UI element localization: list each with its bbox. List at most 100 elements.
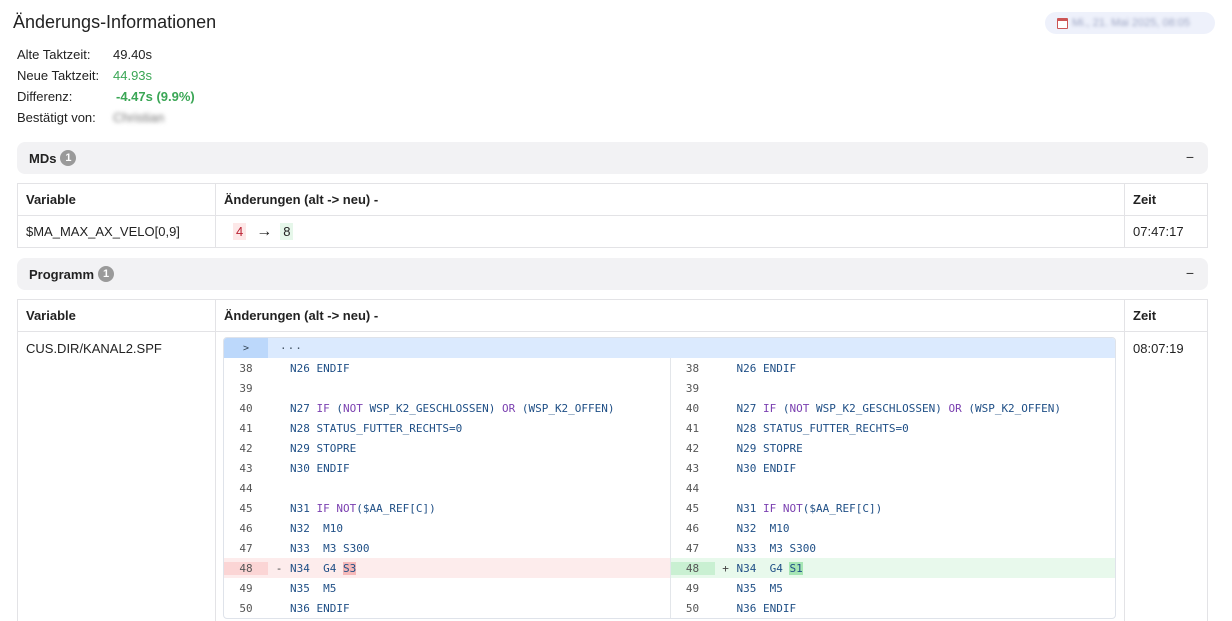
code-segment: N32 M10	[290, 521, 343, 535]
code-segment: N29 STOPRE	[290, 441, 357, 455]
line-number: 50	[239, 601, 253, 615]
line-number: 40	[239, 401, 253, 415]
code-text: N35 M5	[737, 582, 783, 595]
code-segment: N26 ENDIF	[290, 361, 350, 375]
confirmed-by-value: Christian	[113, 110, 165, 125]
line-number: 50	[685, 601, 700, 615]
line-number: 44	[239, 481, 253, 495]
diff-line: 47 N33 M3 S300	[224, 538, 670, 558]
diff-line: 49 N35 M5	[224, 578, 670, 598]
diff-line: 44	[224, 478, 670, 498]
code-segment: N26 ENDIF	[736, 361, 797, 375]
cell-changes: 4 → 8	[215, 215, 1125, 248]
line-number: 41	[685, 421, 700, 435]
code-segment: N36 ENDIF	[290, 601, 350, 615]
line-number: 49	[239, 581, 253, 595]
diff-line: 41 N28 STATUS_FUTTER_RECHTS=0	[224, 418, 670, 438]
expand-button[interactable]: >	[224, 338, 268, 358]
line-number: 47	[239, 541, 253, 555]
code-segment: N31 IF NOT($AA_REF[C])	[736, 501, 883, 515]
collapsed-lines-bar[interactable]: > ···	[224, 338, 1115, 358]
new-cycle-time-value: 44.93s	[113, 68, 153, 83]
line-number: 43	[685, 461, 700, 475]
page-title: Änderungs-Informationen	[13, 12, 217, 32]
column-header-changes: Änderungen (alt -> neu) -	[215, 299, 1125, 332]
code-segment: N35 M5	[290, 581, 337, 595]
difference-value: -4.47s (9.9%)	[116, 89, 195, 104]
diff-line: 50 N36 ENDIF	[224, 598, 670, 618]
line-number: 41	[239, 421, 253, 435]
mds-section-header[interactable]: MDs 1 −	[17, 142, 1208, 174]
mds-collapse-toggle[interactable]: −	[1186, 149, 1194, 165]
code-segment: N27 IF (NOT WSP_K2_GESCHLOSSEN) OR (WSP_…	[736, 401, 1062, 415]
column-header-variable: Variable	[17, 299, 216, 332]
new-cycle-time-label: Neue Taktzeit:	[17, 68, 100, 83]
line-number: 49	[685, 581, 700, 595]
code-segment: N36 ENDIF	[736, 601, 797, 615]
mds-count-badge: 1	[60, 150, 77, 166]
old-cycle-time: Alte Taktzeit: 49.40s	[17, 47, 152, 62]
line-number: 47	[685, 541, 700, 555]
confirmed-by: Bestätigt von: Christian	[17, 110, 164, 125]
line-number: 45	[685, 501, 700, 515]
confirmed-by-label: Bestätigt von:	[17, 110, 96, 125]
diff-line: 39	[671, 378, 1116, 398]
code-text: N36 ENDIF	[290, 602, 350, 615]
code-text: N31 IF NOT($AA_REF[C])	[290, 502, 436, 515]
code-text: N28 STATUS_FUTTER_RECHTS=0	[737, 422, 909, 435]
code-text: N34 G4 S3	[290, 561, 357, 575]
diff-line: 39	[224, 378, 670, 398]
code-segment: N32 M10	[736, 521, 790, 535]
table-header-row: Variable Änderungen (alt -> neu) - Zeit	[17, 183, 1208, 216]
code-text: N32 M10	[737, 522, 790, 535]
diff-line: 45 N31 IF NOT($AA_REF[C])	[224, 498, 670, 518]
code-text: N27 IF (NOT WSP_K2_GESCHLOSSEN) OR (WSP_…	[290, 402, 615, 415]
code-text: N30 ENDIF	[290, 462, 350, 475]
diff-marker: -	[275, 561, 283, 575]
code-text: N29 STOPRE	[737, 442, 803, 455]
diff-line: 42 N29 STOPRE	[671, 438, 1116, 458]
diff-line: 43 N30 ENDIF	[671, 458, 1116, 478]
changed-token: S1	[789, 561, 803, 575]
code-text: N36 ENDIF	[737, 602, 797, 615]
new-cycle-time: Neue Taktzeit: 44.93s	[17, 68, 152, 83]
changed-token: S3	[342, 561, 357, 575]
diff-line: 38 N26 ENDIF	[671, 358, 1116, 378]
diff-line: 48 + N34 G4 S1	[670, 558, 1115, 578]
code-segment: N28 STATUS_FUTTER_RECHTS=0	[736, 421, 909, 435]
diff-line: 46 N32 M10	[671, 518, 1116, 538]
line-number: 46	[239, 521, 253, 535]
diff-line: 50 N36 ENDIF	[671, 598, 1116, 618]
diff-line: 49 N35 M5	[671, 578, 1116, 598]
new-value: 8	[280, 222, 294, 240]
code-text: N28 STATUS_FUTTER_RECHTS=0	[290, 422, 462, 435]
line-number: 42	[239, 441, 253, 455]
line-number: 38	[685, 361, 700, 375]
line-number: 40	[685, 401, 700, 415]
mds-section-title: MDs	[29, 150, 57, 166]
column-header-time: Zeit	[1124, 299, 1208, 332]
column-header-changes: Änderungen (alt -> neu) -	[215, 183, 1125, 216]
diff-line: 40 N27 IF (NOT WSP_K2_GESCHLOSSEN) OR (WS…	[671, 398, 1116, 418]
code-text: N30 ENDIF	[737, 462, 797, 475]
cell-variable: CUS.DIR/KANAL2.SPF	[17, 331, 216, 621]
mds-table: Variable Änderungen (alt -> neu) - Zeit …	[17, 183, 1208, 248]
diff-line: 42 N29 STOPRE	[224, 438, 670, 458]
programm-collapse-toggle[interactable]: −	[1186, 265, 1194, 281]
code-text: N27 IF (NOT WSP_K2_GESCHLOSSEN) OR (WSP_…	[737, 402, 1062, 415]
code-text: N26 ENDIF	[290, 362, 350, 375]
code-segment: N30 ENDIF	[736, 461, 797, 475]
code-segment: N29 STOPRE	[736, 441, 803, 455]
programm-section-title: Programm	[29, 266, 95, 282]
programm-section-header[interactable]: Programm 1 −	[17, 258, 1208, 290]
line-number: 39	[239, 381, 253, 395]
diff-pane-new: 38 N26 ENDIF 39 40 N27 IF (NOT WSP_K2_GESCHL…	[669, 358, 1116, 618]
diff-line: 45 N31 IF NOT($AA_REF[C])	[671, 498, 1116, 518]
code-segment: N28 STATUS_FUTTER_RECHTS=0	[290, 421, 463, 435]
line-number: 44	[685, 481, 700, 495]
diff-line: 38 N26 ENDIF	[224, 358, 670, 378]
line-number: 45	[239, 501, 253, 515]
calendar-icon	[1057, 17, 1068, 29]
code-segment: N34 G4	[290, 561, 343, 575]
line-number: 48	[670, 561, 715, 575]
